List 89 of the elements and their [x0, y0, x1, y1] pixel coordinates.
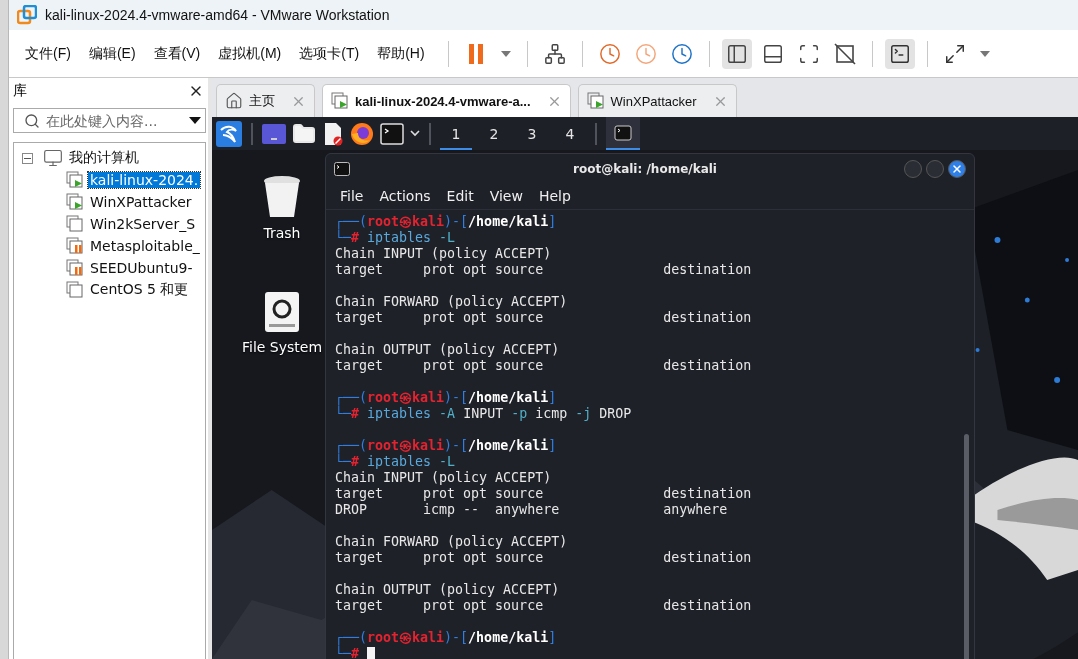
taskbar-window-button[interactable] — [606, 117, 640, 150]
terminal-line: target prot opt source destination — [335, 486, 752, 502]
scrollbar[interactable] — [964, 434, 969, 659]
terminal-line: Chain FORWARD (policy ACCEPT) — [335, 294, 568, 310]
collapse-toggle[interactable] — [22, 152, 33, 164]
clock-icon — [598, 42, 621, 65]
caret-icon — [500, 50, 511, 57]
virtual-machine-icon — [586, 92, 605, 110]
app-logo-icon — [17, 5, 37, 25]
trash-can-icon — [262, 175, 302, 219]
drive-icon — [264, 291, 300, 333]
panel-bottom-icon — [761, 42, 784, 65]
desktop-icon-label[interactable]: Trash — [263, 225, 301, 241]
close-icon — [951, 162, 963, 175]
search-icon — [24, 112, 40, 129]
terminal-line: target prot opt source destination — [335, 262, 752, 278]
tree-item[interactable]: Metasploitable_ — [88, 238, 202, 254]
virtual-machine-icon — [331, 92, 349, 110]
caret-icon — [979, 50, 990, 57]
menu-item[interactable]: Actions — [371, 188, 439, 204]
document-icon[interactable] — [322, 121, 344, 146]
workspace-button[interactable]: 3 — [516, 117, 548, 150]
panel-left-icon — [725, 42, 748, 65]
workspace-button[interactable]: 2 — [478, 117, 510, 150]
terminal-line: target prot opt source destination — [335, 358, 752, 374]
menu-item[interactable]: View — [481, 188, 531, 204]
tab[interactable]: WinXPattacker — [577, 84, 737, 117]
terminal-line: ┌──(root㉿kali)-[/home/kali] — [335, 438, 557, 454]
menu-item[interactable]: 虚拟机(M) — [214, 44, 290, 63]
folder-icon[interactable] — [292, 121, 316, 146]
clock-icon — [634, 42, 657, 65]
fullscreen-icon — [797, 42, 820, 65]
computer-icon — [43, 148, 63, 168]
terminal-line: ┌──(root㉿kali)-[/home/kali] — [335, 630, 557, 646]
window-icon[interactable] — [262, 123, 286, 144]
tree-item[interactable]: SEEDUbuntu9- — [88, 260, 195, 276]
menu-item[interactable]: 帮助(H) — [373, 44, 433, 63]
tree-item[interactable]: 我的计算机 — [67, 149, 141, 167]
terminal-line: └─# — [335, 646, 360, 659]
clock-icon — [670, 42, 693, 65]
close-button[interactable] — [948, 159, 966, 178]
tab[interactable]: kali-linux-2024.4-vmware-a... — [322, 84, 571, 117]
terminal-line: Chain FORWARD (policy ACCEPT) — [335, 534, 568, 550]
menu-item[interactable]: 查看(V) — [149, 44, 209, 63]
pause-icon — [467, 42, 484, 65]
menu-item[interactable]: 文件(F) — [21, 44, 79, 63]
terminal-icon — [614, 124, 632, 141]
terminal-line: target prot opt source destination — [335, 598, 752, 614]
panel-title: 库 — [13, 82, 27, 100]
terminal-line: target prot opt source destination — [335, 550, 752, 566]
terminal-line: target prot opt source destination — [335, 310, 752, 326]
dragon-logo-icon[interactable] — [216, 120, 242, 147]
network-icon — [543, 42, 566, 65]
window-title: kali-linux-2024.4-vmware-amd64 - VMware Workstation — [45, 7, 390, 23]
menu-item[interactable]: 编辑(E) — [84, 44, 144, 63]
search-field[interactable]: 在此处键入内容... — [13, 108, 206, 133]
stretch-icon — [943, 42, 966, 65]
caret-icon[interactable] — [410, 130, 420, 137]
terminal-line: Chain INPUT (policy ACCEPT) — [335, 470, 552, 486]
terminal-line: Chain OUTPUT (policy ACCEPT) — [335, 342, 560, 358]
menu-item[interactable]: Edit — [438, 188, 482, 204]
terminal-icon — [334, 161, 350, 176]
tree-item[interactable]: WinXPattacker — [88, 194, 194, 210]
terminal-title: root@kali: /home/kali — [572, 161, 718, 176]
desktop-icon-label[interactable]: File System — [241, 339, 323, 355]
menu-item[interactable]: Help — [530, 188, 579, 204]
terminal-line: ┌──(root㉿kali)-[/home/kali] — [335, 214, 557, 230]
menu-item[interactable]: File — [332, 188, 372, 204]
crossed-square-icon — [833, 42, 856, 65]
home-icon — [225, 92, 243, 110]
tab[interactable]: 主页 — [216, 84, 315, 117]
terminal-line: └─# iptables -L — [335, 454, 456, 470]
terminal-icon — [888, 42, 911, 65]
terminal-line: ┌──(root㉿kali)-[/home/kali] — [335, 390, 557, 406]
terminal-line: DROP icmp -- anywhere anywhere — [335, 502, 728, 518]
terminal-line: └─# iptables -A INPUT -p icmp -j DROP — [335, 406, 632, 422]
tree-item[interactable]: Win2kServer_S — [88, 216, 198, 232]
menu-item[interactable]: 选项卡(T) — [295, 44, 368, 63]
terminal-line: Chain INPUT (policy ACCEPT) — [335, 246, 552, 262]
tree-item[interactable]: kali-linux-2024. — [88, 172, 201, 188]
browser-icon[interactable] — [350, 121, 374, 146]
terminal-line: Chain OUTPUT (policy ACCEPT) — [335, 582, 560, 598]
caret-icon[interactable] — [189, 117, 201, 124]
toolbar-button[interactable] — [721, 38, 752, 69]
workspace-button[interactable]: 4 — [554, 117, 586, 150]
toolbar-button[interactable] — [884, 38, 915, 69]
tree-item[interactable]: CentOS 5 和更 — [88, 281, 191, 299]
terminal-icon[interactable] — [380, 122, 404, 145]
terminal-line: └─# iptables -L — [335, 230, 456, 246]
